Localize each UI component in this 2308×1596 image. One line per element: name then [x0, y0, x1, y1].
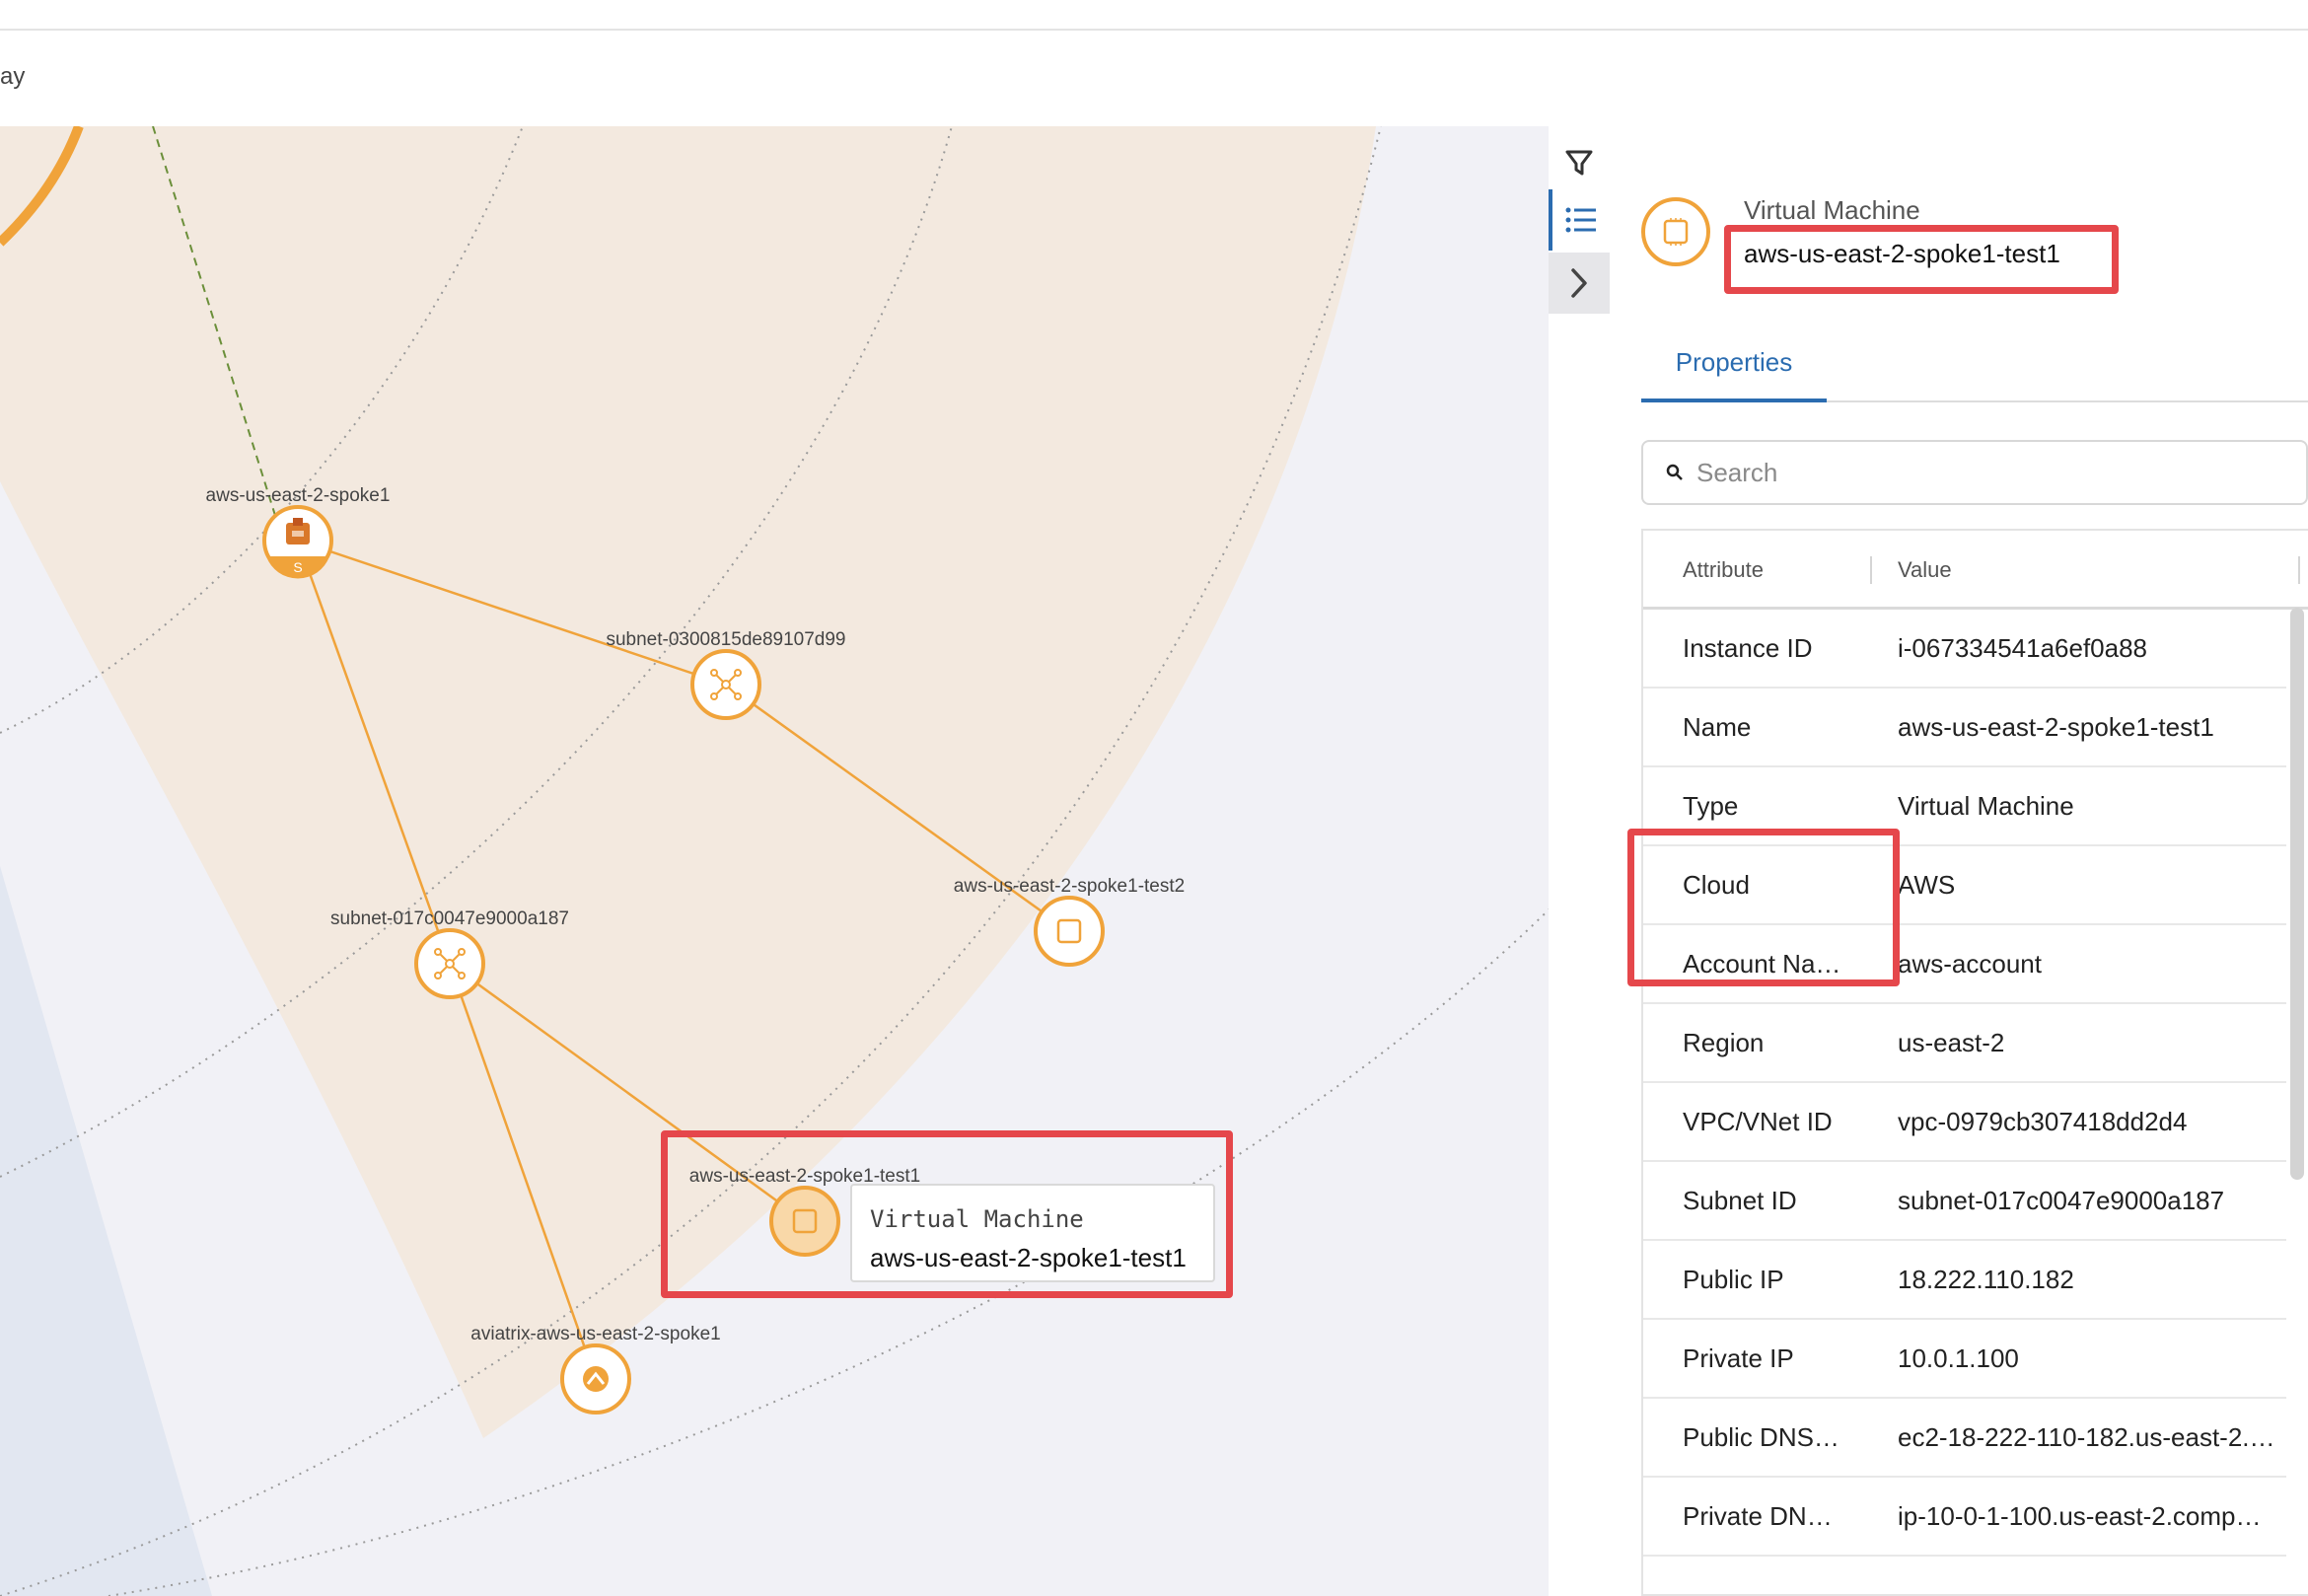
filter-icon	[1565, 150, 1593, 176]
breadcrumb[interactable]: ay	[0, 63, 25, 91]
table-row[interactable]: Private IP 10.0.1.100	[1643, 1320, 2286, 1399]
table-row[interactable]: Region us-east-2	[1643, 1004, 2286, 1083]
row-attribute: Public DNS…	[1683, 1421, 1839, 1452]
top-bar	[0, 0, 2308, 31]
row-value: AWS	[1898, 869, 1956, 900]
highlight-box-name	[1724, 225, 2119, 294]
vm-avatar	[1641, 197, 1710, 266]
column-divider[interactable]	[2298, 556, 2300, 584]
column-header-attribute[interactable]: Attribute	[1683, 531, 1764, 610]
table-row[interactable]: VPC/VNet ID vpc-0979cb307418dd2d4	[1643, 1083, 2286, 1162]
panel-tabs: Properties	[1641, 326, 2308, 402]
column-divider[interactable]	[1870, 556, 1872, 584]
row-value: ip-10-0-1-100.us-east-2.comp…	[1898, 1500, 2262, 1531]
search-box	[1641, 440, 2308, 505]
search-icon	[1661, 459, 1689, 486]
row-attribute: Instance ID	[1683, 632, 1813, 663]
row-value: i-067334541a6ef0a88	[1898, 632, 2148, 663]
row-attribute: Subnet ID	[1683, 1185, 1797, 1215]
table-row[interactable]: Name aws-us-east-2-spoke1-test1	[1643, 689, 2286, 767]
highlight-box-node	[661, 1130, 1233, 1298]
table-row[interactable]: Public DNS… ec2-18-222-110-182.us-east-2.…	[1643, 1399, 2286, 1478]
node-aviatrix-label: aviatrix-aws-us-east-2-spoke1	[470, 1324, 720, 1344]
row-attribute: Private IP	[1683, 1342, 1794, 1373]
row-value: ec2-18-222-110-182.us-east-2.…	[1898, 1421, 2272, 1452]
row-value: 10.0.1.100	[1898, 1342, 2019, 1373]
table-header: Attribute Value	[1643, 531, 2308, 610]
table-row[interactable]: Public IP 18.222.110.182	[1643, 1241, 2286, 1320]
node-vm-test2[interactable]	[1034, 896, 1105, 967]
details-panel: Virtual Machine aws-us-east-2-spoke1-tes…	[1610, 126, 2308, 1596]
table-scrollbar[interactable]	[2290, 608, 2304, 1180]
row-value: vpc-0979cb307418dd2d4	[1898, 1106, 2188, 1136]
node-gateway[interactable]: S	[262, 505, 333, 579]
column-header-value[interactable]: Value	[1898, 531, 1952, 610]
row-attribute: Private DN…	[1683, 1500, 1833, 1531]
row-attribute: Name	[1683, 711, 1752, 742]
row-value: 18.222.110.182	[1898, 1264, 2074, 1294]
row-value: aws-us-east-2-spoke1-test1	[1898, 711, 2214, 742]
search-input[interactable]	[1696, 457, 2249, 488]
row-attribute: Public IP	[1683, 1264, 1784, 1294]
table-row[interactable]: Instance ID i-067334541a6ef0a88	[1643, 610, 2286, 689]
aviatrix-icon	[583, 1366, 609, 1392]
topology-canvas[interactable]: S aws-us-east-2-spoke1 subnet-0300815de8…	[0, 126, 1549, 1596]
chip-icon	[1663, 218, 1689, 246]
table-row[interactable]: Private DN… ip-10-0-1-100.us-east-2.comp…	[1643, 1478, 2286, 1557]
node-vm-test2-circle[interactable]	[1034, 896, 1105, 967]
topology-svg[interactable]: S aws-us-east-2-spoke1 subnet-0300815de8…	[0, 126, 1549, 1596]
tab-properties[interactable]: Properties	[1641, 326, 1827, 402]
table-row[interactable]: Subnet ID subnet-017c0047e9000a187	[1643, 1162, 2286, 1241]
row-value: Virtual Machine	[1898, 790, 2074, 821]
node-vm-test2-label: aws-us-east-2-spoke1-test2	[954, 876, 1185, 897]
highlight-box-ip	[1627, 829, 1900, 986]
row-value: subnet-017c0047e9000a187	[1898, 1185, 2225, 1215]
sub-header: ay	[0, 31, 2308, 126]
filter-button[interactable]	[1549, 132, 1610, 193]
node-subnet-1-label: subnet-0300815de89107d99	[606, 629, 845, 650]
row-value: aws-account	[1898, 948, 2042, 979]
panel-entity-type: Virtual Machine	[1744, 195, 1920, 225]
node-subnet-2-label: subnet-017c0047e9000a187	[330, 908, 569, 929]
row-attribute: Region	[1683, 1027, 1765, 1057]
node-aviatrix[interactable]	[560, 1343, 631, 1415]
list-icon	[1565, 207, 1596, 233]
node-gateway-badge: S	[293, 559, 302, 575]
row-value: us-east-2	[1898, 1027, 2005, 1057]
chevron-right-icon	[1571, 268, 1587, 298]
node-gateway-label: aws-us-east-2-spoke1	[206, 485, 391, 506]
collapse-panel-button[interactable]	[1549, 253, 1610, 314]
tool-rail	[1549, 126, 1610, 1596]
node-subnet-1[interactable]	[690, 649, 761, 720]
row-attribute: VPC/VNet ID	[1683, 1106, 1833, 1136]
list-view-button[interactable]	[1549, 189, 1610, 251]
node-subnet-2[interactable]	[414, 928, 485, 999]
properties-table: Attribute Value Instance ID i-067334541a6…	[1641, 529, 2308, 1596]
